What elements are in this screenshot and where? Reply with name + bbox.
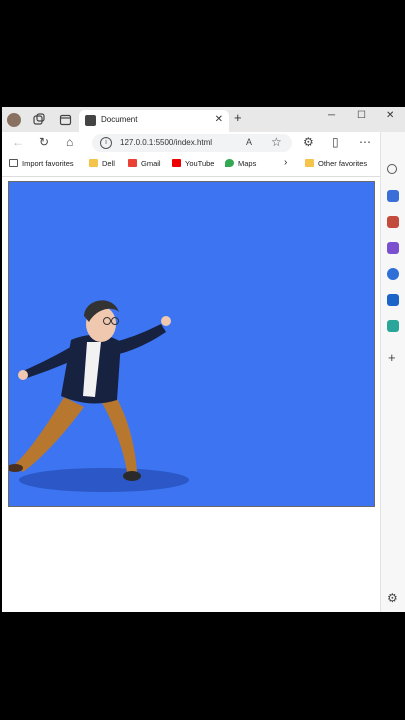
character-right-leg — [97, 392, 137, 472]
favorites-bar: Import favorites Dell Gmail YouTube Maps… — [2, 154, 405, 177]
folder-icon — [305, 159, 314, 167]
minimize-icon[interactable]: ─ — [328, 110, 335, 121]
profile-avatar[interactable] — [7, 113, 21, 127]
edge-sidebar: + ⚙ — [380, 132, 405, 612]
character-left-hand — [18, 370, 28, 380]
maximize-icon[interactable]: ☐ — [357, 110, 366, 121]
refresh-icon[interactable]: ↻ — [39, 135, 49, 149]
sidebar-settings-icon[interactable]: ⚙ — [387, 591, 398, 605]
outlook-icon[interactable] — [387, 294, 399, 306]
games-icon[interactable] — [387, 242, 399, 254]
url-text: 127.0.0.1:5500/index.html — [120, 138, 213, 147]
character-right-shoe — [123, 471, 141, 481]
character-shadow — [19, 468, 189, 492]
split-screen-icon[interactable]: ▯ — [332, 135, 339, 149]
tab-bar: Document ✕ + ─ ☐ ✕ — [2, 107, 405, 132]
tab-document[interactable]: Document ✕ — [79, 110, 229, 132]
favorite-star-icon[interactable]: ☆ — [271, 135, 282, 149]
import-icon — [9, 159, 18, 167]
more-options-icon[interactable]: ⋯ — [359, 135, 371, 149]
tools-icon[interactable] — [387, 216, 399, 228]
folder-icon — [89, 159, 98, 167]
favorite-label: Import favorites — [22, 159, 74, 168]
favorite-maps[interactable]: Maps — [225, 159, 256, 168]
character-scene — [9, 300, 189, 492]
designer-icon[interactable] — [387, 320, 399, 332]
page-favicon-icon — [85, 115, 96, 126]
favorite-youtube[interactable]: YouTube — [172, 159, 214, 168]
youtube-icon — [172, 159, 181, 167]
close-window-icon[interactable]: ✕ — [386, 110, 394, 121]
shopping-tag-icon[interactable] — [387, 190, 399, 202]
favorite-dell[interactable]: Dell — [89, 159, 115, 168]
more-favorites-chevron-icon[interactable]: › — [284, 157, 287, 168]
extensions-icon[interactable]: ⚙ — [303, 135, 314, 149]
gmail-icon — [128, 159, 137, 167]
favorite-label: Gmail — [141, 159, 161, 168]
read-aloud-icon[interactable]: A — [246, 137, 252, 147]
new-tab-button[interactable]: + — [234, 110, 242, 125]
workspaces-icon[interactable] — [32, 113, 46, 127]
navigation-bar: ← ↻ ⌂ i 127.0.0.1:5500/index.html A ☆ ⚙ … — [2, 132, 405, 154]
other-favorites-label: Other favorites — [318, 159, 368, 168]
favorite-gmail[interactable]: Gmail — [128, 159, 161, 168]
favorite-label: Dell — [102, 159, 115, 168]
microsoft-365-icon[interactable] — [387, 268, 399, 280]
site-info-icon[interactable]: i — [100, 137, 112, 149]
browser-window: Document ✕ + ─ ☐ ✕ ← ↻ ⌂ i 127.0.0.1:550… — [2, 107, 405, 612]
character-right-hand — [161, 316, 171, 326]
tab-actions-icon[interactable] — [59, 113, 73, 127]
other-favorites[interactable]: Other favorites — [305, 159, 367, 168]
character-right-arm — [114, 324, 166, 354]
scene-canvas[interactable] — [8, 181, 375, 507]
address-bar[interactable]: i 127.0.0.1:5500/index.html A ☆ — [92, 134, 292, 152]
favorite-label: Maps — [238, 159, 257, 168]
character-left-leg — [14, 397, 84, 472]
favorite-label: YouTube — [185, 159, 215, 168]
tab-title: Document — [101, 115, 138, 124]
back-icon[interactable]: ← — [12, 135, 24, 149]
maps-icon — [225, 159, 234, 167]
close-tab-icon[interactable]: ✕ — [215, 114, 223, 125]
add-sidebar-app-icon[interactable]: + — [388, 350, 396, 365]
home-icon[interactable]: ⌂ — [66, 135, 73, 149]
search-icon[interactable] — [387, 164, 397, 174]
favorite-import[interactable]: Import favorites — [9, 159, 74, 168]
page-content — [2, 177, 380, 612]
